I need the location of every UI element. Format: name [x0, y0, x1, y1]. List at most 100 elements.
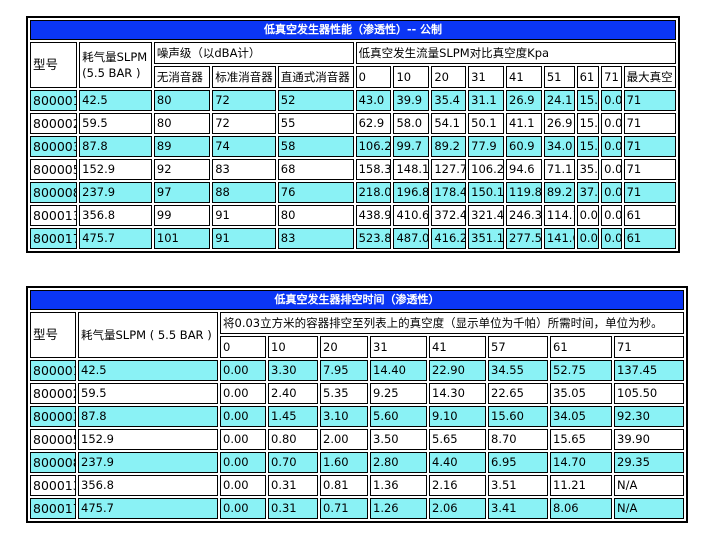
flow-cell: 61 [623, 228, 676, 249]
flow-cell: 0.0 [576, 205, 600, 226]
time-cell: 39.90 [614, 429, 685, 450]
time-cell: 0.81 [320, 475, 368, 496]
table-row: 800002 59.5 80 72 55 62.9 58.0 54.1 50.1 41.1 26.9… [30, 113, 676, 134]
model-cell: 800002 [30, 383, 76, 404]
flow-cell: 71.1 [543, 159, 575, 180]
noise-cell: 88 [212, 182, 276, 203]
flow-subheader: 0 [355, 66, 392, 88]
time-cell: 2.16 [429, 475, 486, 496]
flow-cell: 62.9 [355, 113, 392, 134]
time-cell: 14.70 [550, 452, 612, 473]
noise-cell: 52 [277, 90, 354, 111]
time-cell: 7.95 [320, 360, 368, 381]
time-cell: 3.51 [488, 475, 548, 496]
time-cell: N/A [614, 475, 685, 496]
time-cell: 2.06 [429, 498, 486, 519]
time-cell: 1.60 [320, 452, 368, 473]
table-row: 800013 356.8 0.00 0.31 0.81 1.36 2.16 3.51 11.21… [30, 475, 685, 496]
table-row: 800005 152.9 92 83 68 158.3 148.1 127.7 106.2 94.… [30, 159, 676, 180]
flow-cell: 35.4 [576, 159, 600, 180]
vacuum-level-subheader: 61 [550, 336, 612, 358]
noise-cell: 83 [212, 159, 276, 180]
flow-cell: 178.4 [431, 182, 467, 203]
flow-cell: 196.8 [393, 182, 430, 203]
flow-cell: 0.0 [576, 228, 600, 249]
noise-cell: 72 [212, 90, 276, 111]
time-cell: N/A [614, 498, 685, 519]
time-cell: 0.31 [268, 498, 318, 519]
flow-cell: 410.6 [393, 205, 430, 226]
flow-subheader: 61 [576, 66, 600, 88]
time-cell: 9.25 [370, 383, 427, 404]
time-cell: 22.90 [429, 360, 486, 381]
flow-cell: 438.9 [355, 205, 392, 226]
flow-cell: 321.4 [468, 205, 504, 226]
flow-cell: 114.1 [543, 205, 575, 226]
flow-cell: 106.2 [355, 136, 392, 157]
consumption-cell: 152.9 [78, 429, 218, 450]
time-cell: 29.35 [614, 452, 685, 473]
consumption-cell: 237.9 [78, 452, 218, 473]
consumption-header-line2: (5.5 BAR ) [82, 65, 141, 80]
time-cell: 34.55 [488, 360, 548, 381]
noise-cell: 92 [153, 159, 211, 180]
noise-cell: 99 [153, 205, 211, 226]
time-cell: 4.40 [429, 452, 486, 473]
time-cell: 3.50 [370, 429, 427, 450]
consumption-cell: 475.7 [79, 228, 152, 249]
noise-subheader: 标准消音器 [212, 66, 276, 88]
time-cell: 1.45 [268, 406, 318, 427]
flow-subheader: 最大真空 [623, 66, 676, 88]
time-cell: 5.65 [429, 429, 486, 450]
time-cell: 3.41 [488, 498, 548, 519]
flow-cell: 119.8 [506, 182, 542, 203]
model-cell: 800017 [30, 228, 78, 249]
model-cell: 800003 [30, 136, 78, 157]
noise-cell: 80 [153, 90, 211, 111]
flow-cell: 61 [623, 205, 676, 226]
flow-cell: 58.0 [393, 113, 430, 134]
table-row: 800008 237.9 0.00 0.70 1.60 2.80 4.40 6.95 14.70… [30, 452, 685, 473]
model-header: 型号 [30, 42, 78, 88]
flow-cell: 39.9 [393, 90, 430, 111]
flow-cell: 0.0 [601, 90, 622, 111]
noise-cell: 83 [277, 228, 354, 249]
time-cell: 1.36 [370, 475, 427, 496]
time-cell: 15.65 [550, 429, 612, 450]
flow-cell: 35.4 [431, 90, 467, 111]
time-cell: 5.35 [320, 383, 368, 404]
flow-cell: 148.1 [393, 159, 430, 180]
consumption-cell: 42.5 [79, 90, 152, 111]
flow-subheader: 20 [431, 66, 467, 88]
flow-cell: 277.5 [506, 228, 542, 249]
consumption-header-line1: 耗气量SLPM [82, 49, 148, 64]
noise-cell: 55 [277, 113, 354, 134]
model-cell: 800001 [30, 360, 76, 381]
noise-cell: 91 [212, 205, 276, 226]
time-cell: 3.10 [320, 406, 368, 427]
flow-subheader: 10 [393, 66, 430, 88]
noise-cell: 72 [212, 113, 276, 134]
time-cell: 0.80 [268, 429, 318, 450]
model-cell: 800017 [30, 498, 76, 519]
time-cell: 5.60 [370, 406, 427, 427]
consumption-cell: 356.8 [79, 205, 152, 226]
flow-cell: 0.0 [601, 205, 622, 226]
model-header: 型号 [30, 312, 76, 358]
flow-cell: 218.0 [355, 182, 392, 203]
flow-cell: 416.2 [431, 228, 467, 249]
time-cell: 22.65 [488, 383, 548, 404]
flow-cell: 15.9 [576, 136, 600, 157]
flow-subheader: 71 [601, 66, 622, 88]
time-cell: 0.00 [220, 360, 266, 381]
noise-header: 噪声级（以dBA计） [153, 42, 354, 64]
consumption-cell: 475.7 [78, 498, 218, 519]
time-cell: 14.40 [370, 360, 427, 381]
flow-subheader: 51 [543, 66, 575, 88]
time-cell: 8.70 [488, 429, 548, 450]
time-cell: 9.10 [429, 406, 486, 427]
time-cell: 1.26 [370, 498, 427, 519]
consumption-cell: 237.9 [79, 182, 152, 203]
noise-cell: 101 [153, 228, 211, 249]
time-header: 将0.03立方米的容器排空至列表上的真空度（显示单位为千帕）所需时间，单位为秒。 [220, 312, 685, 334]
